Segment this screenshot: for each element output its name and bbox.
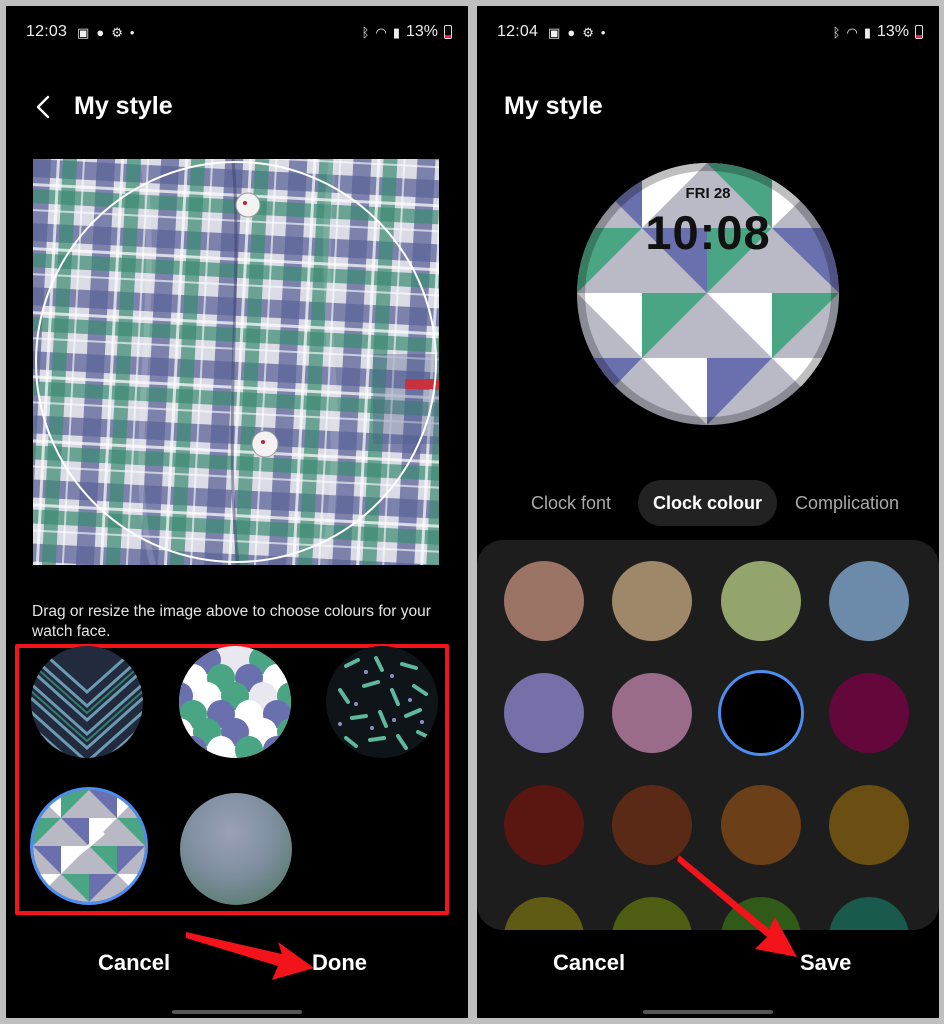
gallery-icon: ▣	[77, 24, 90, 40]
preset-geometric-selected[interactable]	[33, 790, 145, 902]
tab-complication[interactable]: Complication	[795, 480, 899, 526]
color-swatch[interactable]	[504, 785, 584, 865]
wifi-icon: ◠	[846, 24, 858, 40]
color-swatch[interactable]	[829, 897, 909, 930]
status-bar: 12:03 ▣ ● ⚙ • ᛒ ◠ ▮ 13%	[26, 20, 452, 44]
left-phone-screen: 12:03 ▣ ● ⚙ • ᛒ ◠ ▮ 13% My style Drag or…	[6, 6, 468, 1018]
preset-confetti[interactable]	[326, 646, 438, 758]
watch-date: FRI 28	[685, 185, 731, 202]
tab-clock-colour[interactable]: Clock colour	[638, 480, 778, 526]
watch-time: 10:08	[645, 206, 771, 259]
battery-icon	[915, 25, 923, 39]
color-swatch[interactable]	[612, 785, 692, 865]
status-bar: 12:04 ▣ ● ⚙ • ᛒ ◠ ▮ 13%	[497, 20, 923, 44]
bluetooth-icon: ᛒ	[361, 24, 370, 40]
battery-percent: 13%	[876, 23, 909, 40]
status-time: 12:04	[497, 23, 539, 40]
color-swatch[interactable]	[721, 561, 801, 641]
gallery-icon: ▣	[548, 24, 561, 40]
page-title: My style	[504, 92, 603, 120]
home-indicator	[643, 1010, 773, 1014]
dot-icon: •	[600, 24, 606, 40]
preset-chevron[interactable]	[31, 646, 143, 758]
cancel-button[interactable]: Cancel	[98, 950, 170, 976]
tab-clock-font[interactable]: Clock font	[531, 480, 611, 526]
bulb-icon: ●	[567, 24, 576, 40]
color-swatch[interactable]	[504, 561, 584, 641]
color-swatch[interactable]	[612, 561, 692, 641]
gear-icon: ⚙	[111, 24, 123, 40]
color-palette-panel	[477, 540, 939, 930]
color-swatch[interactable]	[504, 897, 584, 930]
style-tabs: Clock font Clock colour Complication	[477, 480, 939, 526]
back-arrow-icon[interactable]	[34, 92, 54, 122]
page-title: My style	[74, 92, 173, 120]
cancel-button[interactable]: Cancel	[553, 950, 625, 976]
bluetooth-icon: ᛒ	[832, 24, 841, 40]
color-swatch[interactable]	[829, 561, 909, 641]
signal-icon: ▮	[392, 24, 400, 40]
home-indicator	[172, 1010, 302, 1014]
instruction-text: Drag or resize the image above to choose…	[32, 603, 431, 640]
color-swatch[interactable]	[829, 673, 909, 753]
battery-percent: 13%	[405, 23, 438, 40]
preset-photo-blur[interactable]	[180, 793, 292, 905]
dot-icon: •	[129, 24, 135, 40]
color-swatch-selected[interactable]	[718, 670, 804, 756]
signal-icon: ▮	[863, 24, 871, 40]
done-button[interactable]: Done	[312, 950, 367, 976]
annotation-arrow	[186, 932, 314, 980]
status-time: 12:03	[26, 23, 68, 40]
battery-icon	[444, 25, 452, 39]
color-swatch[interactable]	[721, 897, 801, 930]
color-swatch[interactable]	[504, 673, 584, 753]
right-phone-screen: 12:04 ▣ ● ⚙ • ᛒ ◠ ▮ 13% My style FRI 28 …	[477, 6, 939, 1018]
preset-scales[interactable]	[179, 646, 291, 758]
wifi-icon: ◠	[375, 24, 387, 40]
bulb-icon: ●	[96, 24, 105, 40]
watch-face-preview: FRI 28 10:08	[577, 163, 839, 425]
color-swatch[interactable]	[612, 897, 692, 930]
color-swatch[interactable]	[721, 785, 801, 865]
color-swatch[interactable]	[829, 785, 909, 865]
crop-circle-handle[interactable]	[33, 159, 439, 565]
color-swatch[interactable]	[612, 673, 692, 753]
source-photo[interactable]	[33, 159, 439, 565]
save-button[interactable]: Save	[800, 950, 851, 976]
gear-icon: ⚙	[582, 24, 594, 40]
